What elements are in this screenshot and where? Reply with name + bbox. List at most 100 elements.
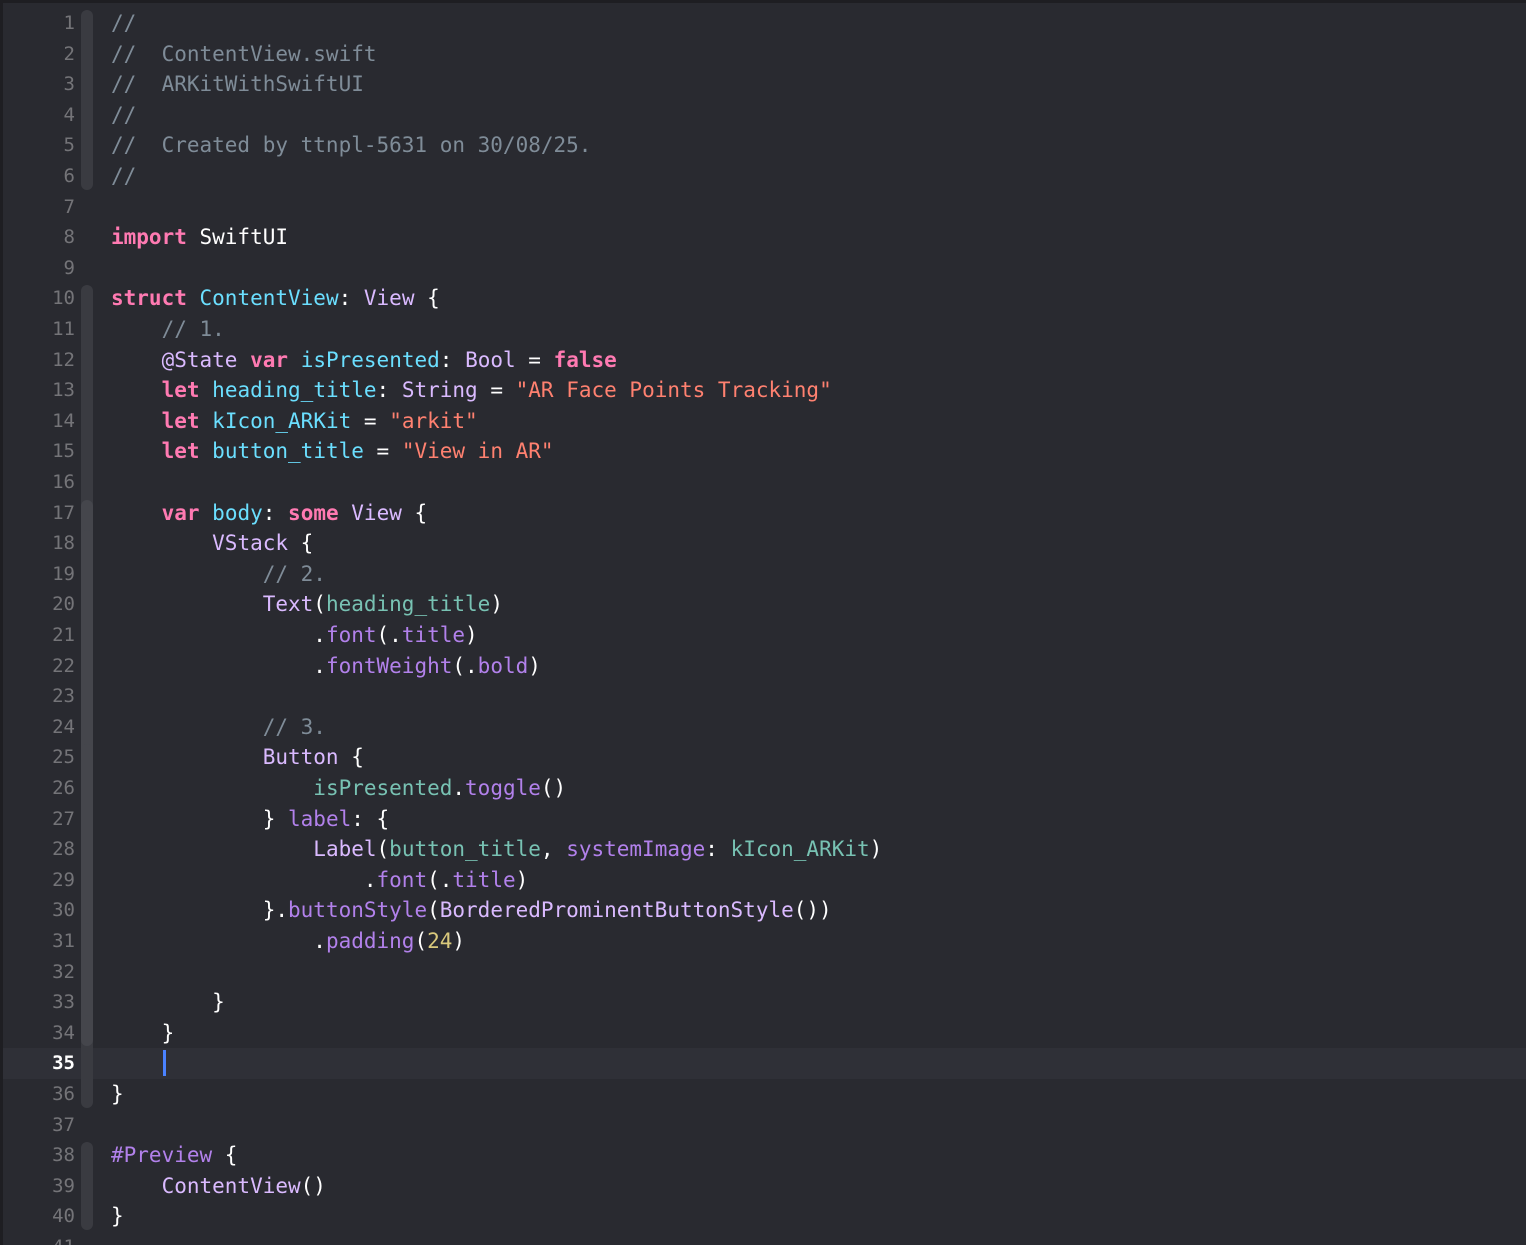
line-number[interactable]: 15 <box>5 436 75 467</box>
code-token: heading_title <box>212 378 377 403</box>
code-token: let <box>161 378 200 403</box>
fold-region-marker[interactable] <box>81 1142 93 1230</box>
line-number[interactable]: 38 <box>5 1140 75 1171</box>
code-line[interactable]: // <box>111 161 136 192</box>
line-number[interactable]: 30 <box>5 895 75 926</box>
line-number[interactable]: 11 <box>5 314 75 345</box>
code-line[interactable]: .padding(24) <box>111 926 465 957</box>
line-number[interactable]: 31 <box>5 926 75 957</box>
code-line[interactable]: struct ContentView: View { <box>111 283 440 314</box>
code-line[interactable]: VStack { <box>111 528 313 559</box>
code-line[interactable]: // <box>111 8 136 39</box>
line-number[interactable]: 32 <box>5 957 75 988</box>
code-token: SwiftUI <box>186 225 289 250</box>
line-number[interactable]: 36 <box>5 1079 75 1110</box>
code-line[interactable]: // <box>111 100 136 131</box>
line-number[interactable]: 37 <box>5 1110 75 1141</box>
line-number[interactable]: 24 <box>5 712 75 743</box>
line-number[interactable]: 21 <box>5 620 75 651</box>
code-token: 24 <box>427 929 453 953</box>
line-number[interactable]: 8 <box>5 222 75 253</box>
line-number[interactable]: 35 <box>5 1048 75 1079</box>
code-token: import <box>111 225 187 250</box>
code-line[interactable]: // 3. <box>111 712 326 743</box>
line-number[interactable]: 1 <box>5 8 75 39</box>
code-line[interactable]: Button { <box>111 742 364 773</box>
code-token: . <box>111 867 377 892</box>
line-number[interactable]: 7 <box>5 192 75 223</box>
code-line[interactable]: Label(button_title, systemImage: kIcon_A… <box>111 834 882 865</box>
line-number[interactable]: 6 <box>5 161 75 192</box>
fold-region-marker[interactable] <box>81 744 93 924</box>
code-line[interactable]: // 1. <box>111 314 225 345</box>
code-line[interactable]: // Created by ttnpl-5631 on 30/08/25. <box>111 130 591 161</box>
line-number[interactable]: 12 <box>5 345 75 376</box>
line-number[interactable]: 16 <box>5 467 75 498</box>
line-number[interactable]: 27 <box>5 804 75 835</box>
line-number[interactable]: 14 <box>5 406 75 437</box>
code-line[interactable]: // ARKitWithSwiftUI <box>111 69 364 100</box>
code-token: ) <box>515 867 529 892</box>
code-line[interactable]: .fontWeight(.bold) <box>111 651 541 682</box>
code-token: : <box>262 500 289 525</box>
line-number[interactable]: 20 <box>5 589 75 620</box>
code-token: : <box>376 378 402 403</box>
code-token: // <box>111 102 137 127</box>
code-token: Text <box>262 592 314 617</box>
line-number[interactable]: 17 <box>5 498 75 529</box>
code-editor[interactable]: 1 2 3 4 5 6 7 8 9 10 11 12 13 14 15 16 17 18 19 20 21 22 23 24 2… <box>0 0 1526 1245</box>
line-number[interactable]: 19 <box>5 559 75 590</box>
code-folding-ribbon[interactable] <box>81 3 93 1245</box>
line-number[interactable]: 2 <box>5 39 75 70</box>
line-number[interactable]: 28 <box>5 834 75 865</box>
code-line[interactable]: @State var isPresented: Bool = false <box>111 345 617 376</box>
code-line[interactable]: } label: { <box>111 804 389 835</box>
line-number[interactable]: 41 <box>5 1232 75 1245</box>
code-token: } <box>111 806 289 831</box>
line-number[interactable]: 18 <box>5 528 75 559</box>
line-number[interactable]: 10 <box>5 283 75 314</box>
code-line[interactable]: }.buttonStyle(BorderedProminentButtonSty… <box>111 895 832 926</box>
code-token: // ARKitWithSwiftUI <box>111 72 364 97</box>
line-number[interactable]: 13 <box>5 375 75 406</box>
line-number[interactable]: 23 <box>5 681 75 712</box>
code-line[interactable]: } <box>111 1079 124 1110</box>
code-line[interactable]: #Preview { <box>111 1140 237 1171</box>
line-number[interactable]: 3 <box>5 69 75 100</box>
code-line[interactable]: .font(.title) <box>111 620 477 651</box>
line-number-gutter[interactable]: 1 2 3 4 5 6 7 8 9 10 11 12 13 14 15 16 17 18 19 20 21 22 23 24 2… <box>3 3 79 1245</box>
code-line[interactable]: } <box>111 1201 124 1232</box>
line-number[interactable]: 25 <box>5 742 75 773</box>
code-line[interactable]: import SwiftUI <box>111 222 288 253</box>
line-number[interactable]: 9 <box>5 253 75 284</box>
code-line[interactable]: // 2. <box>111 559 326 590</box>
code-line[interactable]: } <box>111 1018 175 1049</box>
line-number[interactable]: 5 <box>5 130 75 161</box>
line-number[interactable]: 4 <box>5 100 75 131</box>
code-line[interactable]: let heading_title: String = "AR Face Poi… <box>111 375 832 406</box>
code-line[interactable]: .font(.title) <box>111 865 528 896</box>
code-line[interactable]: var body: some View { <box>111 498 428 529</box>
line-number[interactable]: 34 <box>5 1018 75 1049</box>
code-line[interactable]: isPresented.toggle() <box>111 773 566 804</box>
code-token: String <box>401 378 478 403</box>
code-text-area[interactable]: // // ContentView.swift // ARKitWithSwiftU… <box>111 3 1526 1245</box>
code-line[interactable]: // ContentView.swift <box>111 39 377 70</box>
code-line[interactable]: ContentView() <box>111 1171 326 1202</box>
line-number[interactable]: 22 <box>5 651 75 682</box>
line-number[interactable]: 40 <box>5 1201 75 1232</box>
code-line[interactable]: } <box>111 987 225 1018</box>
code-line[interactable]: Text(heading_title) <box>111 589 503 620</box>
fold-region-marker[interactable] <box>81 10 93 190</box>
code-line[interactable]: let button_title = "View in AR" <box>111 436 554 467</box>
code-token: var <box>161 500 200 525</box>
line-number[interactable]: 39 <box>5 1171 75 1202</box>
line-number[interactable]: 26 <box>5 773 75 804</box>
line-number[interactable]: 29 <box>5 865 75 896</box>
line-number[interactable]: 33 <box>5 987 75 1018</box>
code-line[interactable]: let kIcon_ARKit = "arkit" <box>111 406 478 437</box>
